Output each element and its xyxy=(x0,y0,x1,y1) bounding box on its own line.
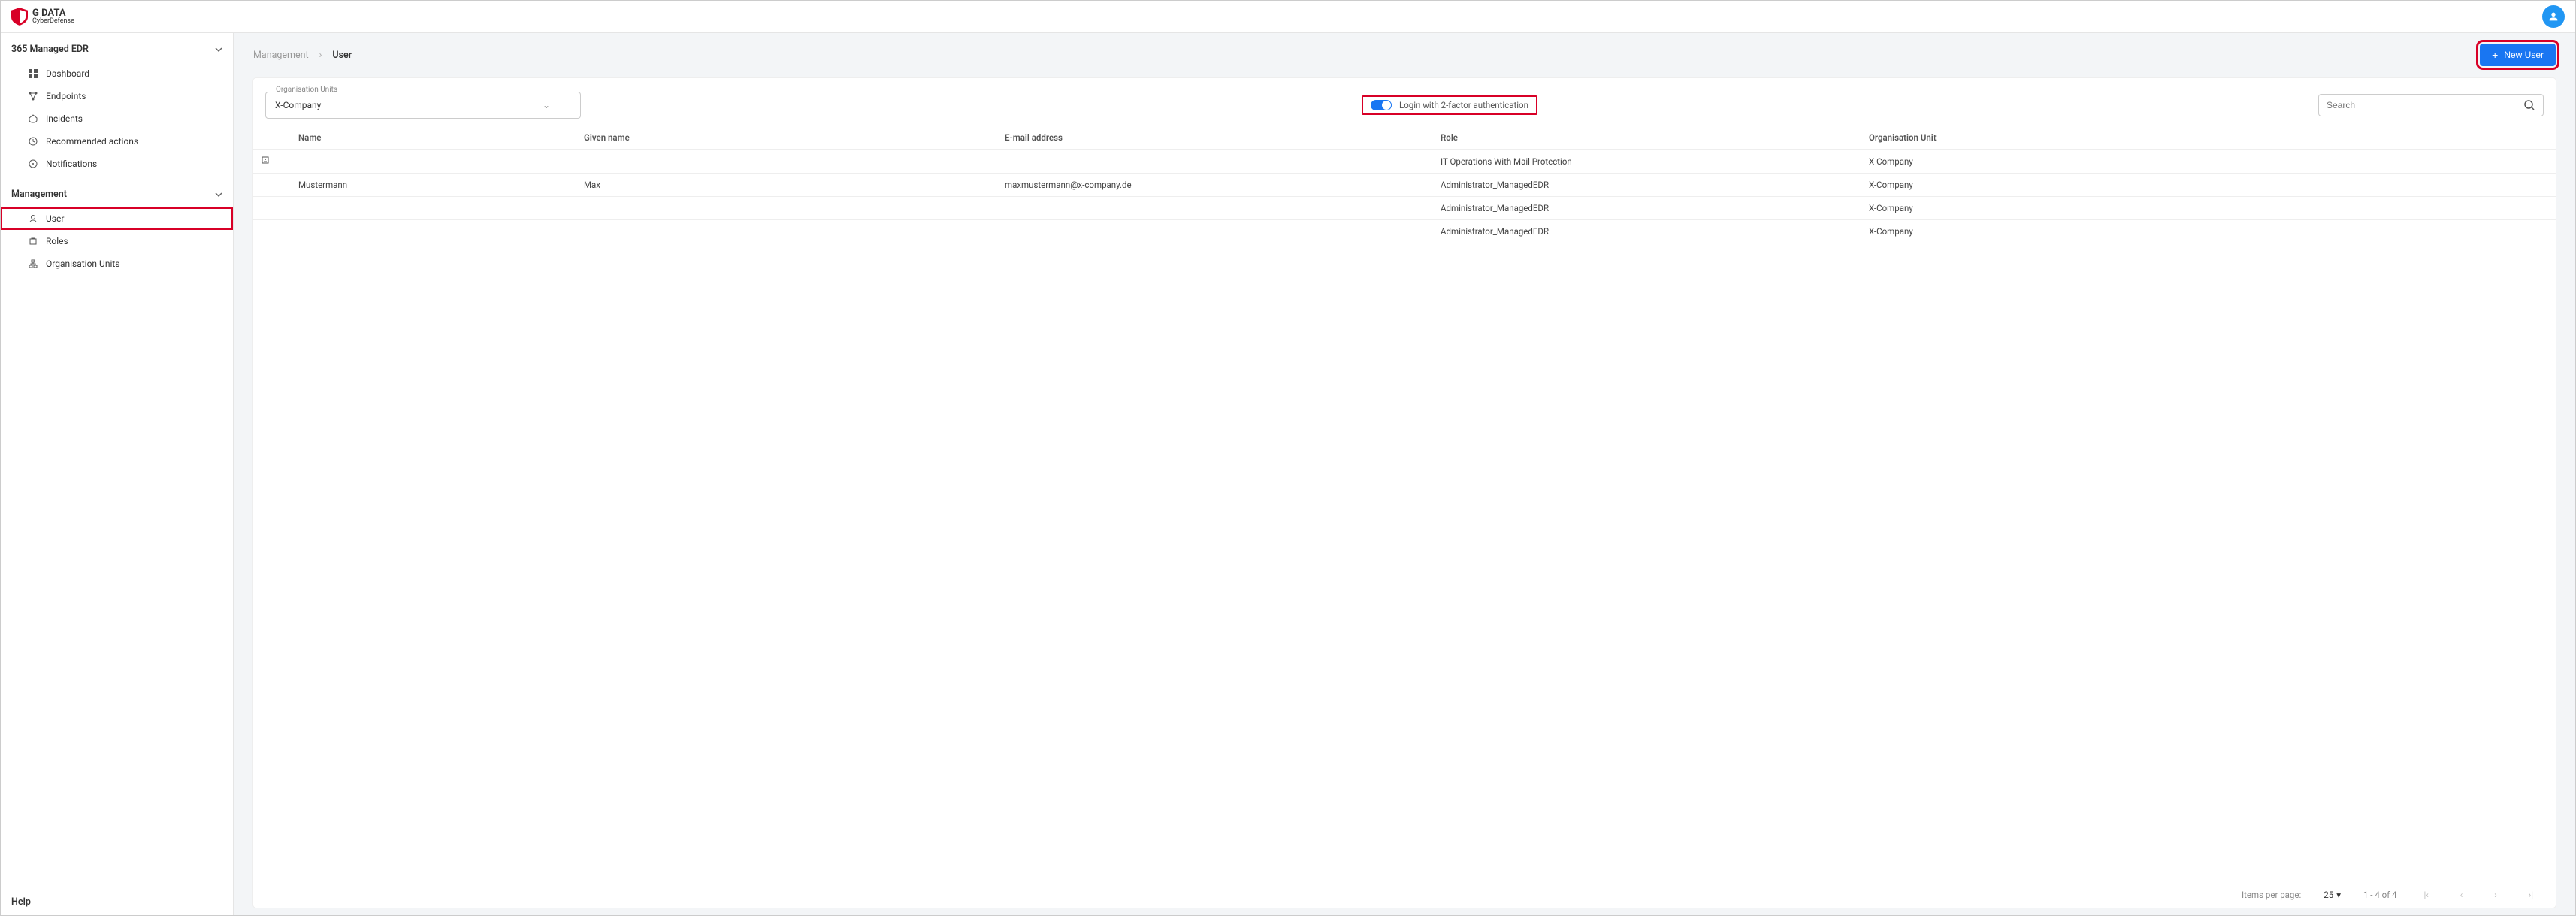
user-icon xyxy=(2547,11,2559,23)
sidebar-item-label: Recommended actions xyxy=(46,136,138,147)
sidebar-item-label: Dashboard xyxy=(46,68,89,79)
search-field[interactable] xyxy=(2318,94,2544,116)
cell-given xyxy=(576,197,997,220)
sidebar-item-roles[interactable]: Roles xyxy=(1,230,233,252)
items-per-page-label: Items per page: xyxy=(2242,890,2301,900)
org-unit-select[interactable]: X-Company ⌄ xyxy=(265,92,581,119)
col-given[interactable]: Given name xyxy=(576,126,997,150)
sidebar-section-title: 365 Managed EDR xyxy=(11,44,89,55)
sidebar-item-label: Organisation Units xyxy=(46,258,119,269)
profile-avatar[interactable] xyxy=(2542,5,2565,28)
pagination: Items per page: 25 ▾ 1 - 4 of 4 |‹ ‹ › ›… xyxy=(253,882,2556,908)
search-input[interactable] xyxy=(2327,100,2517,110)
orgunits-icon xyxy=(28,258,38,269)
cell-email xyxy=(997,220,1433,243)
two-factor-toggle-group: Login with 2-factor authentication xyxy=(1362,95,1537,115)
cell-email: maxmustermann@x-company.de xyxy=(997,174,1433,197)
sidebar-section-title: Management xyxy=(11,189,67,200)
shield-icon xyxy=(11,8,28,26)
chevron-down-icon xyxy=(215,191,222,198)
table-row[interactable]: MustermannMaxmaxmustermann@x-company.deA… xyxy=(253,174,2556,197)
cell-org: X-Company xyxy=(1861,220,2556,243)
ou-select-legend: Organisation Units xyxy=(273,86,340,94)
brand-logo: G DATA CyberDefense xyxy=(11,8,74,26)
dropdown-icon: ▾ xyxy=(2336,890,2341,900)
sidebar-item-label: User xyxy=(46,213,64,224)
chevron-down-icon xyxy=(215,46,222,53)
cell-email xyxy=(997,150,1433,174)
breadcrumb: Management › User xyxy=(253,50,352,61)
user-icon xyxy=(28,213,38,224)
page-size-value: 25 xyxy=(2324,890,2333,900)
cell-role: Administrator_ManagedEDR xyxy=(1433,220,1861,243)
users-table: Name Given name E-mail address Role Orga… xyxy=(253,126,2556,243)
roles-icon xyxy=(28,236,38,246)
cell-given xyxy=(576,150,997,174)
new-user-label: New User xyxy=(2504,50,2544,60)
cell-role: Administrator_ManagedEDR xyxy=(1433,174,1861,197)
cell-org: X-Company xyxy=(1861,174,2556,197)
sidebar-item-label: Roles xyxy=(46,236,68,246)
col-org[interactable]: Organisation Unit xyxy=(1861,126,2556,150)
cell-given xyxy=(576,220,997,243)
sidebar-help[interactable]: Help xyxy=(1,889,233,915)
sidebar-item-user[interactable]: User xyxy=(1,207,233,230)
sidebar-section-edr[interactable]: 365 Managed EDR xyxy=(1,36,233,62)
page-range: 1 - 4 of 4 xyxy=(2363,890,2397,900)
help-label: Help xyxy=(11,896,31,908)
service-account-icon xyxy=(261,156,270,165)
col-name[interactable]: Name xyxy=(291,126,576,150)
first-page-button[interactable]: |‹ xyxy=(2420,890,2433,900)
sidebar-item-label: Incidents xyxy=(46,113,83,124)
two-factor-toggle[interactable] xyxy=(1371,100,1392,110)
col-role[interactable]: Role xyxy=(1433,126,1861,150)
sidebar-item-label: Endpoints xyxy=(46,91,86,101)
notifications-icon xyxy=(28,159,38,169)
last-page-button[interactable]: ›| xyxy=(2524,890,2538,900)
sidebar-section-management[interactable]: Management xyxy=(1,181,233,207)
cell-org: X-Company xyxy=(1861,150,2556,174)
endpoints-icon xyxy=(28,91,38,101)
cell-org: X-Company xyxy=(1861,197,2556,220)
table-row[interactable]: Administrator_ManagedEDRX-Company xyxy=(253,197,2556,220)
sidebar-item-recommended[interactable]: Recommended actions xyxy=(1,130,233,153)
table-row[interactable]: IT Operations With Mail ProtectionX-Comp… xyxy=(253,150,2556,174)
cell-name xyxy=(291,220,576,243)
cell-name xyxy=(291,150,576,174)
cell-role: Administrator_ManagedEDR xyxy=(1433,197,1861,220)
search-icon xyxy=(2523,99,2535,111)
sidebar-item-dashboard[interactable]: Dashboard xyxy=(1,62,233,85)
next-page-button[interactable]: › xyxy=(2490,890,2501,900)
breadcrumb-current: User xyxy=(332,50,352,61)
recommended-icon xyxy=(28,136,38,147)
chevron-down-icon: ⌄ xyxy=(543,100,550,110)
ou-select-value: X-Company xyxy=(275,100,321,110)
cell-given: Max xyxy=(576,174,997,197)
cell-name: Mustermann xyxy=(291,174,576,197)
sidebar-item-notifications[interactable]: Notifications xyxy=(1,153,233,175)
plus-icon: + xyxy=(2492,50,2498,60)
sidebar-item-orgunits[interactable]: Organisation Units xyxy=(1,252,233,275)
table-row[interactable]: Administrator_ManagedEDRX-Company xyxy=(253,220,2556,243)
dashboard-icon xyxy=(28,68,38,79)
page-size-select[interactable]: 25 ▾ xyxy=(2324,890,2341,900)
chevron-right-icon: › xyxy=(319,50,322,61)
incidents-icon xyxy=(28,113,38,124)
sidebar-item-endpoints[interactable]: Endpoints xyxy=(1,85,233,107)
new-user-button[interactable]: + New User xyxy=(2480,44,2556,66)
col-email[interactable]: E-mail address xyxy=(997,126,1433,150)
sidebar-item-incidents[interactable]: Incidents xyxy=(1,107,233,130)
cell-role: IT Operations With Mail Protection xyxy=(1433,150,1861,174)
cell-email xyxy=(997,197,1433,220)
prev-page-button[interactable]: ‹ xyxy=(2456,890,2467,900)
brand-sub: CyberDefense xyxy=(32,18,74,25)
breadcrumb-parent[interactable]: Management xyxy=(253,50,309,61)
sidebar-item-label: Notifications xyxy=(46,159,97,169)
cell-name xyxy=(291,197,576,220)
two-factor-label: Login with 2-factor authentication xyxy=(1399,100,1528,110)
